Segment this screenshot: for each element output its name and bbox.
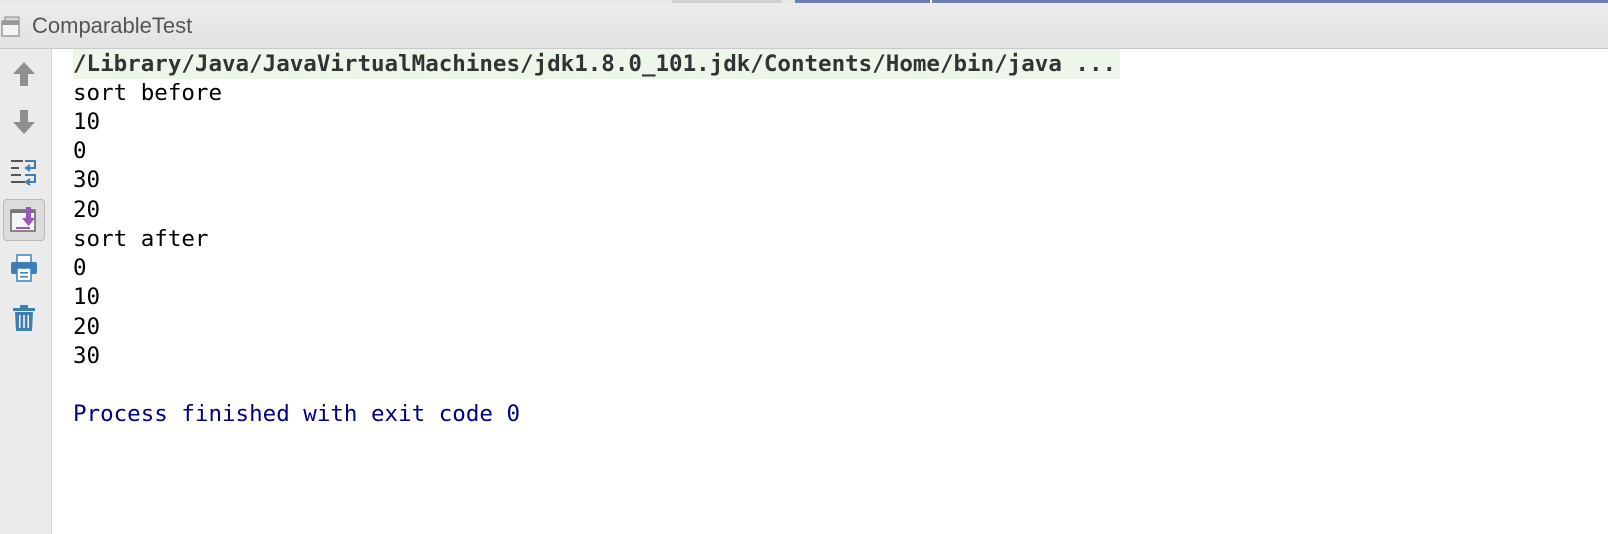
down-arrow-icon — [13, 110, 35, 134]
scroll-to-end-icon — [10, 207, 36, 232]
print-button[interactable] — [3, 247, 45, 289]
command-line[interactable]: /Library/Java/JavaVirtualMachines/jdk1.8… — [73, 49, 1121, 79]
previous-occurrence-button[interactable] — [3, 53, 45, 95]
scroll-to-end-button[interactable] — [3, 199, 45, 241]
output-line: 30 — [73, 343, 101, 369]
output-line: 0 — [73, 255, 87, 281]
exit-message: Process finished with exit code 0 — [73, 401, 521, 427]
trash-icon — [13, 305, 35, 331]
run-configuration-icon — [1, 16, 20, 37]
output-line: sort after — [73, 226, 209, 252]
soft-wrap-icon — [11, 160, 36, 186]
print-icon — [11, 254, 37, 282]
run-header: ComparableTest — [0, 3, 1608, 49]
output-line: 0 — [73, 138, 87, 164]
output-line: 10 — [73, 284, 101, 310]
output-line: 30 — [73, 167, 101, 193]
output-line: 20 — [73, 197, 101, 223]
next-occurrence-button[interactable] — [3, 101, 45, 143]
run-tool-window: ComparableTest /Library/Java/JavaVirtual… — [0, 0, 1608, 534]
run-tab-title[interactable]: ComparableTest — [32, 13, 192, 39]
console-toolbar — [0, 49, 52, 534]
output-line: 20 — [73, 314, 101, 340]
clear-all-button[interactable] — [3, 297, 45, 339]
console-output[interactable]: /Library/Java/JavaVirtualMachines/jdk1.8… — [52, 49, 1608, 534]
soft-wrap-button[interactable] — [3, 150, 45, 192]
output-line: 10 — [73, 109, 101, 135]
output-line: sort before — [73, 80, 223, 106]
up-arrow-icon — [13, 62, 35, 86]
